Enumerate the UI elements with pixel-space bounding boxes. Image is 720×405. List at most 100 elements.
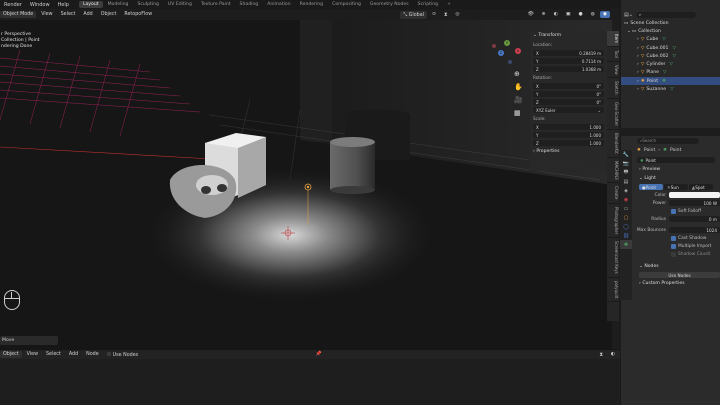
menu-object[interactable]: Object xyxy=(98,11,120,18)
mode-dropdown[interactable]: Object Mode xyxy=(0,11,37,18)
object-tab-icon[interactable]: ▢ xyxy=(620,213,632,222)
world-tab-icon[interactable]: ◉ xyxy=(620,195,632,204)
orientation-dropdown[interactable]: ⤡ Global xyxy=(400,10,427,19)
light-type-spot[interactable]: ◭ Spot xyxy=(689,184,713,190)
sidebar-tab-photographer[interactable]: Photographer xyxy=(607,204,619,238)
tab-uv-editing[interactable]: UV Editing xyxy=(164,1,196,8)
tab-scripting[interactable]: Scripting xyxy=(414,1,442,8)
location-y-row[interactable]: Y 0.7114 m xyxy=(530,57,607,65)
tab-modeling[interactable]: Modeling xyxy=(104,1,133,8)
tab-geometry-nodes[interactable]: Geometry Nodes xyxy=(366,1,413,8)
tab-shading[interactable]: Shading xyxy=(236,1,263,8)
sidebar-tab-item[interactable]: Item xyxy=(607,31,619,48)
shading-rendered-icon[interactable]: ◉ xyxy=(599,11,610,18)
outliner-item-cube-001[interactable]: › ▽ Cube.001 ▽ xyxy=(621,44,720,52)
menu-add[interactable]: Add xyxy=(80,11,95,18)
tab-compositing[interactable]: Compositing xyxy=(328,1,365,8)
gizmo-y-icon[interactable]: Y xyxy=(504,40,510,46)
light-type-sun[interactable]: ☼ Sun xyxy=(664,184,688,190)
sidebar-tab-geo-scatter[interactable]: Geo-Scatter xyxy=(607,99,619,130)
collection-tab-icon[interactable]: ▭ xyxy=(620,204,632,213)
scene-tab-icon[interactable]: ◈ xyxy=(620,186,632,195)
light-type-point[interactable]: ● Point xyxy=(639,184,663,190)
shading-solid-icon[interactable]: ● xyxy=(575,11,585,18)
nodes-panel-header[interactable]: ⌄ Nodes xyxy=(635,262,720,271)
node-editor-mode-dropdown[interactable]: Object xyxy=(0,351,22,358)
sidebar-tab-polyquilt[interactable]: polyquilt xyxy=(607,278,619,302)
rotation-x-row[interactable]: X 0° xyxy=(530,82,607,90)
outliner-item-cube[interactable]: › ▽ Cube ▽ xyxy=(621,36,720,44)
pivot-icon[interactable]: ⊙ xyxy=(429,11,439,18)
pin-icon[interactable]: 📌 xyxy=(312,351,324,358)
constraints-tab-icon[interactable]: ⛓ xyxy=(620,231,632,240)
gizmo-x-icon[interactable]: X xyxy=(515,48,521,54)
menu-render[interactable]: Render xyxy=(0,2,26,8)
camera-view-icon[interactable]: 🎥 xyxy=(514,96,523,104)
outliner-item-point[interactable]: › ✹ Point ✺ xyxy=(621,77,720,86)
proportional-icon[interactable]: ◎ xyxy=(452,11,462,18)
menu-select[interactable]: Select xyxy=(58,11,79,18)
soft-falloff-checkbox[interactable]: Soft Falloff xyxy=(635,207,720,215)
sidebar-tab-blenderkit[interactable]: BlenderKit xyxy=(607,130,619,158)
menu-help[interactable]: Help xyxy=(54,2,73,8)
menu-retopoflow[interactable]: RetopoFlow xyxy=(121,11,155,18)
object-data-tab-icon[interactable]: ✺ xyxy=(620,240,632,249)
scale-y-row[interactable]: Y 1.000 xyxy=(530,131,607,139)
ortho-grid-icon[interactable]: ▦ xyxy=(514,109,523,117)
sidebar-tab-machin3[interactable]: MACHIN3 xyxy=(607,158,619,184)
render-tab-icon[interactable]: 📷 xyxy=(620,159,632,168)
outliner-item-cylinder[interactable]: › ▽ Cylinder ▽ xyxy=(621,60,720,68)
pan-hand-icon[interactable]: ✋ xyxy=(514,83,523,91)
node-menu-view[interactable]: View xyxy=(24,351,41,358)
view-layer-tab-icon[interactable]: ▤ xyxy=(620,177,632,186)
light-panel-header[interactable]: ⌄ Light xyxy=(635,174,720,183)
use-nodes-toggle[interactable]: Use Nodes xyxy=(104,351,142,359)
collection-row[interactable]: ⌄ ▭ Collection xyxy=(621,27,720,35)
menu-view[interactable]: View xyxy=(38,11,55,18)
node-editor-area[interactable] xyxy=(0,359,620,405)
use-nodes-button[interactable]: Use Nodes xyxy=(639,272,720,278)
scale-x-row[interactable]: X 1.000 xyxy=(530,123,607,131)
sidebar-tab-sketch[interactable]: Sketch xyxy=(607,78,619,99)
3d-viewport[interactable]: r Perspective Collection | Point ndering… xyxy=(0,20,612,349)
location-x-row[interactable]: X 0.28419 m xyxy=(530,49,607,57)
rotation-y-row[interactable]: Y 0° xyxy=(530,90,607,98)
radius-field[interactable]: 0 m xyxy=(669,216,720,222)
outliner-search-input[interactable]: ⌕ xyxy=(635,11,696,18)
output-tab-icon[interactable]: 🖶 xyxy=(620,168,632,177)
xray-icon[interactable]: ▣ xyxy=(563,11,574,18)
node-menu-add[interactable]: Add xyxy=(66,351,81,358)
multiple-importance-checkbox[interactable]: Multiple Import xyxy=(635,242,720,250)
cast-shadow-checkbox[interactable]: Cast Shadow xyxy=(635,234,720,242)
outliner-item-cube-002[interactable]: › ▽ Cube.002 ▽ xyxy=(621,52,720,60)
snap-icon[interactable]: ⧗ xyxy=(441,11,450,19)
power-field[interactable]: 100 W xyxy=(669,200,720,206)
snap-toggle-icon[interactable]: ⧗ xyxy=(596,351,605,359)
outliner-item-suzanne[interactable]: › ▽ Suzanne ▽ xyxy=(621,85,720,93)
preview-panel-header[interactable]: › Preview xyxy=(635,165,720,174)
tab-layout[interactable]: Layout xyxy=(78,1,103,8)
location-z-row[interactable]: Z 1.0368 m xyxy=(530,65,607,73)
color-swatch[interactable] xyxy=(669,192,720,198)
tab-rendering[interactable]: Rendering xyxy=(296,1,327,8)
sidebar-tab-view[interactable]: View xyxy=(607,62,619,79)
add-workspace-button[interactable]: + xyxy=(443,1,455,8)
outliner-item-plane[interactable]: › ▽ Plane ▽ xyxy=(621,69,720,77)
node-menu-node[interactable]: Node xyxy=(83,351,102,358)
visibility-icon[interactable]: 👁 xyxy=(525,11,537,18)
menu-window[interactable]: Window xyxy=(26,2,54,8)
zoom-icon[interactable]: ⊕ xyxy=(514,70,523,78)
tool-tab-icon[interactable]: 🔧 xyxy=(620,150,632,159)
transform-panel-header[interactable]: ⌄ Transform xyxy=(530,31,607,40)
scale-z-row[interactable]: Z 1.000 xyxy=(530,139,607,147)
datablock-selector[interactable]: ✺ Point xyxy=(621,155,720,165)
shading-material-icon[interactable]: ◍ xyxy=(588,11,598,18)
tab-sculpting[interactable]: Sculpting xyxy=(133,1,162,8)
gizmo-toggle-icon[interactable]: ⊕ xyxy=(539,11,549,18)
overlay-icon[interactable]: ◐ xyxy=(608,351,618,358)
sidebar-tab-tool[interactable]: Tool xyxy=(607,47,619,62)
shadow-caustics-checkbox[interactable]: Shadow Causti xyxy=(635,250,720,258)
properties-search-input[interactable]: ⌕ Search xyxy=(637,137,699,144)
max-bounces-field[interactable]: 1024 xyxy=(669,227,720,233)
sidebar-tab-screencast-keys[interactable]: Screencast Keys xyxy=(607,238,619,278)
